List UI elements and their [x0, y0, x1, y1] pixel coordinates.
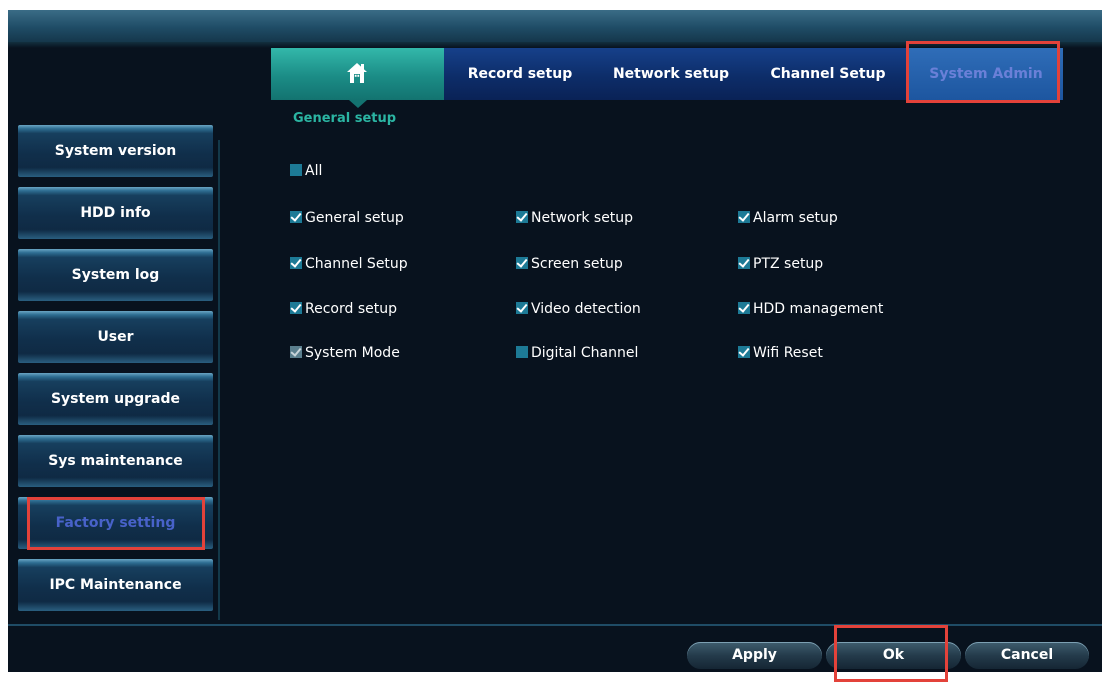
option-screen-setup[interactable]: Screen setup: [516, 254, 623, 274]
option-digital-channel[interactable]: Digital Channel: [516, 343, 638, 363]
ptz-setup-checkbox[interactable]: [738, 257, 750, 269]
top-tab-bar: Record setup Network setup Channel Setup…: [271, 48, 1063, 108]
ptz-setup-label: PTZ setup: [753, 256, 824, 272]
sidebar-divider: [218, 140, 220, 620]
option-channel-setup[interactable]: Channel Setup: [290, 254, 408, 274]
sidebar-item-factory-setting[interactable]: Factory setting: [18, 497, 213, 549]
section-title: General setup: [293, 111, 397, 126]
sidebar-item-system-upgrade[interactable]: System upgrade: [18, 373, 213, 425]
active-tab-pointer: [349, 100, 367, 108]
wifi-reset-label: Wifi Reset: [753, 345, 823, 361]
option-system-mode: System Mode: [290, 343, 400, 363]
all-label: All: [305, 163, 323, 179]
sidebar-item-sys-maintenance[interactable]: Sys maintenance: [18, 435, 213, 487]
channel-setup-checkbox[interactable]: [290, 257, 302, 269]
option-general-setup[interactable]: General setup: [290, 208, 404, 228]
sidebar-item-system-version[interactable]: System version: [18, 125, 213, 177]
record-setup-label: Record setup: [305, 301, 397, 317]
sidebar-item-hdd-info[interactable]: HDD info: [18, 187, 213, 239]
video-detection-checkbox[interactable]: [516, 302, 528, 314]
cancel-button[interactable]: Cancel: [965, 642, 1089, 669]
screen: Record setup Network setup Channel Setup…: [0, 0, 1102, 682]
title-bar: [8, 10, 1102, 42]
record-setup-checkbox[interactable]: [290, 302, 302, 314]
sidebar: System version HDD info System log User …: [18, 125, 213, 620]
option-wifi-reset[interactable]: Wifi Reset: [738, 343, 823, 363]
sidebar-item-system-log[interactable]: System log: [18, 249, 213, 301]
digital-channel-label: Digital Channel: [531, 345, 639, 361]
network-setup-checkbox[interactable]: [516, 211, 528, 223]
option-all[interactable]: All: [290, 161, 322, 181]
sidebar-item-user[interactable]: User: [18, 311, 213, 363]
alarm-setup-checkbox[interactable]: [738, 211, 750, 223]
general-setup-checkbox[interactable]: [290, 211, 302, 223]
digital-channel-checkbox[interactable]: [516, 346, 528, 358]
network-setup-label: Network setup: [531, 210, 634, 226]
ok-button[interactable]: Ok: [826, 642, 961, 669]
sidebar-item-ipc-maintenance[interactable]: IPC Maintenance: [18, 559, 213, 611]
hdd-management-label: HDD management: [753, 301, 884, 317]
option-ptz-setup[interactable]: PTZ setup: [738, 254, 823, 274]
tab-record-setup[interactable]: Record setup: [451, 48, 589, 100]
home-icon: [347, 63, 367, 83]
general-setup-label: General setup: [305, 210, 404, 226]
video-detection-label: Video detection: [531, 301, 641, 317]
option-alarm-setup[interactable]: Alarm setup: [738, 208, 838, 228]
option-record-setup[interactable]: Record setup: [290, 299, 397, 319]
apply-button[interactable]: Apply: [687, 642, 822, 669]
option-video-detection[interactable]: Video detection: [516, 299, 641, 319]
wifi-reset-checkbox[interactable]: [738, 346, 750, 358]
screen-setup-checkbox[interactable]: [516, 257, 528, 269]
hdd-management-checkbox[interactable]: [738, 302, 750, 314]
footer-divider: [8, 624, 1102, 626]
tab-channel-setup[interactable]: Channel Setup: [755, 48, 901, 100]
all-checkbox[interactable]: [290, 164, 302, 176]
dvr-settings-window: Record setup Network setup Channel Setup…: [8, 10, 1102, 672]
option-hdd-management[interactable]: HDD management: [738, 299, 883, 319]
system-mode-label: System Mode: [305, 345, 400, 361]
option-network-setup[interactable]: Network setup: [516, 208, 633, 228]
screen-setup-label: Screen setup: [531, 256, 623, 272]
tab-system-admin[interactable]: System Admin: [909, 48, 1063, 100]
channel-setup-label: Channel Setup: [305, 256, 408, 272]
tab-network-setup[interactable]: Network setup: [593, 48, 749, 100]
alarm-setup-label: Alarm setup: [753, 210, 838, 226]
tab-home[interactable]: [271, 48, 444, 108]
system-mode-checkbox: [290, 346, 302, 358]
